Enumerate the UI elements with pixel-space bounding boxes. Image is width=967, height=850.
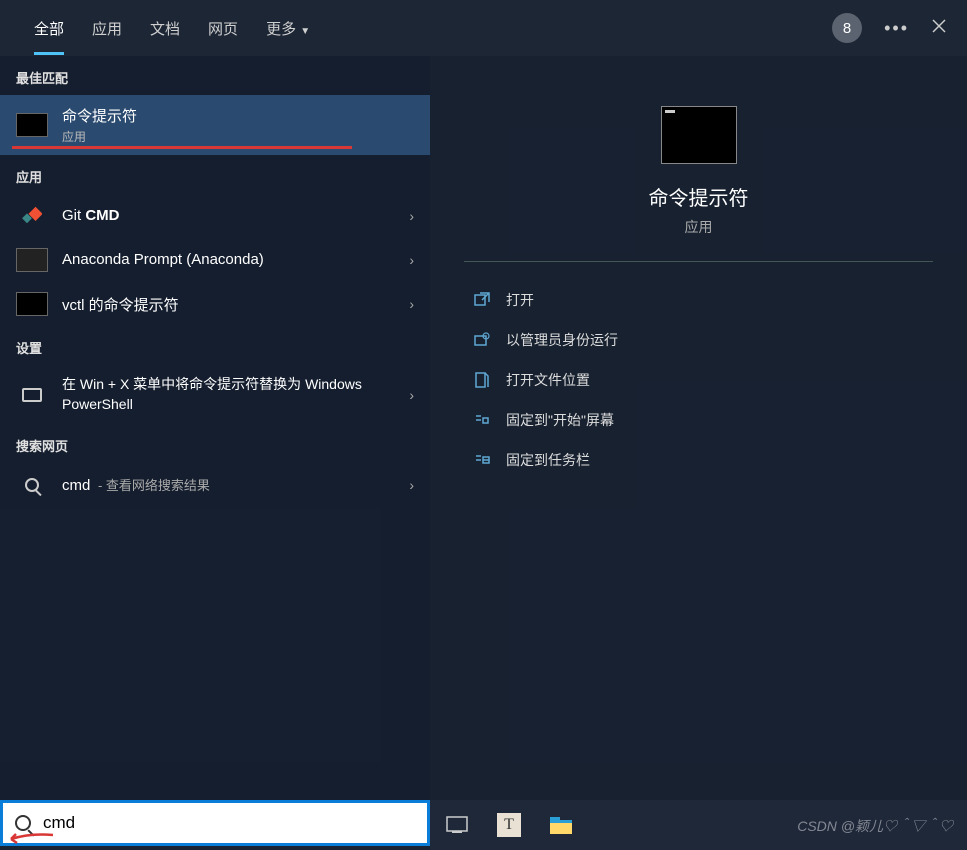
preview-panel: 命令提示符 应用 打开 以管理员身份运行 打开文件位置 固定到"开始"屏幕 固定… [430, 56, 967, 800]
chevron-right-icon: › [409, 296, 414, 312]
tab-web[interactable]: 网页 [194, 2, 252, 55]
git-icon [16, 204, 48, 228]
preview-app-icon [661, 106, 737, 164]
close-icon[interactable] [931, 18, 947, 39]
settings-header: 设置 [0, 326, 430, 365]
taskbar-explorer[interactable] [548, 812, 574, 838]
result-anaconda-prompt[interactable]: Anaconda Prompt (Anaconda) › [0, 238, 430, 282]
result-title: 命令提示符 [62, 105, 414, 126]
search-icon [15, 815, 31, 831]
preview-title: 命令提示符 [464, 182, 933, 211]
chevron-right-icon: › [409, 477, 414, 493]
web-header: 搜索网页 [0, 424, 430, 463]
action-pin-start[interactable]: 固定到"开始"屏幕 [464, 400, 933, 440]
rewards-badge[interactable]: 8 [832, 13, 862, 43]
taskbar-app-t[interactable]: T [496, 812, 522, 838]
cmd-icon [16, 113, 48, 137]
tab-more[interactable]: 更多 ▼ [252, 2, 324, 55]
annotation-underline [12, 146, 352, 149]
result-title: Git CMD [62, 207, 120, 224]
result-setting-winx[interactable]: 在 Win + X 菜单中将命令提示符替换为 Windows PowerShel… [0, 365, 430, 424]
search-box[interactable] [0, 800, 430, 846]
result-title: cmd - 查看网络搜索结果 [62, 477, 210, 494]
chevron-right-icon: › [409, 387, 414, 403]
annotation-arrow [5, 831, 55, 845]
result-subtitle: 应用 [62, 128, 414, 145]
terminal-icon [16, 248, 48, 272]
result-title: Anaconda Prompt (Anaconda) [62, 251, 264, 268]
folder-icon [472, 370, 492, 390]
result-vctl-cmd[interactable]: vctl 的命令提示符 › [0, 282, 430, 326]
results-panel: 最佳匹配 命令提示符 应用 应用 Git CMD › Anaconda Prom… [0, 56, 430, 800]
cmd-icon [16, 292, 48, 316]
admin-icon [472, 330, 492, 350]
tab-all[interactable]: 全部 [20, 2, 78, 55]
monitor-icon [22, 388, 42, 402]
action-open[interactable]: 打开 [464, 280, 933, 320]
search-icon [25, 478, 39, 492]
best-match-header: 最佳匹配 [0, 56, 430, 95]
taskview-icon[interactable] [444, 812, 470, 838]
action-pin-taskbar[interactable]: 固定到任务栏 [464, 440, 933, 480]
chevron-right-icon: › [409, 208, 414, 224]
result-web-cmd[interactable]: cmd - 查看网络搜索结果 › [0, 463, 430, 507]
preview-subtitle: 应用 [464, 217, 933, 237]
result-title: vctl 的命令提示符 [62, 297, 179, 314]
tab-docs[interactable]: 文档 [136, 2, 194, 55]
chevron-right-icon: › [409, 252, 414, 268]
pin-start-icon [472, 410, 492, 430]
result-git-cmd[interactable]: Git CMD › [0, 194, 430, 238]
action-open-location[interactable]: 打开文件位置 [464, 360, 933, 400]
action-run-admin[interactable]: 以管理员身份运行 [464, 320, 933, 360]
options-icon[interactable]: ••• [884, 18, 909, 39]
result-cmd-best[interactable]: 命令提示符 应用 [0, 95, 430, 155]
search-tabs: 全部 应用 文档 网页 更多 ▼ 8 ••• [0, 0, 967, 56]
search-input[interactable] [43, 813, 415, 833]
tab-apps[interactable]: 应用 [78, 2, 136, 55]
divider [464, 261, 933, 262]
apps-header: 应用 [0, 155, 430, 194]
result-title: 在 Win + X 菜单中将命令提示符替换为 Windows PowerShel… [62, 376, 362, 412]
pin-taskbar-icon [472, 450, 492, 470]
watermark: CSDN @颖儿♡＾▽＾♡ [797, 816, 953, 836]
open-icon [472, 290, 492, 310]
